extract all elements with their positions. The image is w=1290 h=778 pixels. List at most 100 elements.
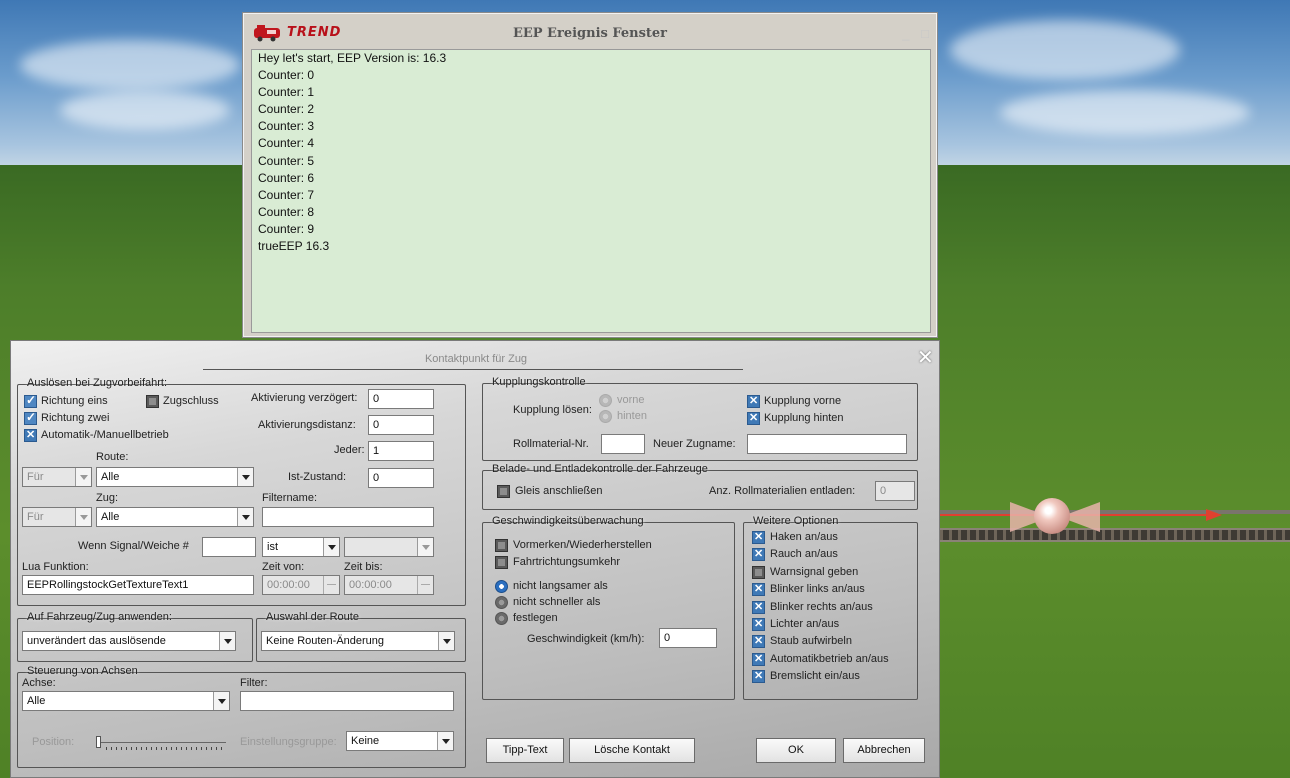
richtung-eins-checkbox[interactable] (24, 393, 37, 408)
option-checkbox[interactable] (752, 565, 765, 579)
option-label: Blinker rechts an/aus (770, 600, 873, 613)
filter-label: Filter: (240, 677, 268, 689)
ist-zustand-input[interactable]: 0 (368, 468, 434, 488)
log-line: Counter: 8 (258, 204, 315, 219)
kupplung-vorne-checkbox[interactable] (747, 394, 760, 408)
loading-group: Belade- und Entladekontrolle der Fahrzeu… (482, 463, 918, 510)
gleis-anschliessen-checkbox[interactable] (497, 485, 510, 498)
option-checkbox[interactable] (752, 530, 765, 544)
aktivierungsdistanz-input[interactable]: 0 (368, 415, 434, 435)
option-checkbox[interactable] (752, 547, 765, 562)
chevron-down-icon[interactable] (237, 508, 253, 526)
axes-group: Steuerung von Achsen Achse: Filter: Alle… (17, 665, 466, 768)
nicht-schneller-radio[interactable] (495, 596, 508, 609)
position-slider-thumb[interactable] (96, 736, 101, 748)
cloud (1000, 90, 1250, 135)
einstellungsgruppe-select[interactable]: Keine (346, 731, 454, 751)
route-fuer-value: Für (27, 471, 44, 483)
hinten-radio[interactable] (599, 410, 612, 423)
spinner-icon[interactable] (323, 576, 339, 594)
kupplung-vorne-label: Kupplung vorne (764, 395, 842, 407)
contact-point-sphere[interactable] (1034, 498, 1070, 534)
log-line: trueEEP 16.3 (258, 239, 330, 254)
chevron-down-icon[interactable] (417, 538, 433, 556)
zeit-bis-input[interactable]: 00:00:00 (344, 575, 434, 595)
signal-input[interactable] (202, 537, 256, 557)
event-window-title: EEP Ereignis Fenster (512, 26, 668, 41)
chevron-down-icon[interactable] (213, 692, 229, 710)
umkehr-checkbox[interactable] (495, 556, 508, 569)
nicht-schneller-label: nicht schneller als (513, 596, 601, 608)
ok-button[interactable]: OK (756, 738, 836, 763)
achse-select[interactable]: Alle (22, 691, 230, 711)
zug-fuer-value: Für (27, 511, 44, 523)
zug-select[interactable]: Alle (96, 507, 254, 527)
vorne-radio[interactable] (599, 394, 612, 407)
zugschluss-checkbox[interactable] (146, 395, 159, 408)
option-checkbox[interactable] (752, 652, 765, 666)
kupplung-loesen-label: Kupplung lösen: (513, 404, 592, 416)
neuer-zugname-input[interactable] (747, 434, 907, 454)
festlegen-radio[interactable] (495, 612, 508, 625)
loesche-kontakt-button[interactable]: Lösche Kontakt (569, 738, 695, 763)
log-line: Counter: 3 (258, 119, 315, 134)
lua-function-input[interactable]: EEPRollingstockGetTextureText1 (22, 575, 254, 595)
tipp-text-button[interactable]: Tipp-Text (486, 738, 564, 763)
rollmaterial-input[interactable] (601, 434, 645, 454)
route-choice-select[interactable]: Keine Routen-Änderung (261, 631, 455, 651)
chevron-down-icon[interactable] (323, 538, 339, 556)
route-fuer-select[interactable]: Für (22, 467, 92, 487)
option-checkbox[interactable] (752, 617, 765, 631)
apply-select[interactable]: unverändert das auslösende (22, 631, 236, 651)
chevron-down-icon[interactable] (219, 632, 235, 650)
anz-rollmaterialien-input[interactable]: 0 (875, 481, 915, 501)
achse-label: Achse: (22, 677, 56, 689)
kupplung-hinten-label: Kupplung hinten (764, 412, 844, 424)
chevron-down-icon[interactable] (437, 732, 453, 750)
vormerken-checkbox[interactable] (495, 539, 508, 552)
log-line: Counter: 7 (258, 187, 315, 202)
route-select[interactable]: Alle (96, 467, 254, 487)
filter-input[interactable] (240, 691, 454, 711)
aktivierung-verzoegert-input[interactable]: 0 (368, 389, 434, 409)
minimize-button[interactable]: _ (902, 26, 909, 41)
zeit-von-input[interactable]: 00:00:00 (262, 575, 340, 595)
einstellungsgruppe-value: Keine (351, 735, 380, 747)
ist-zustand-label: Ist-Zustand: (288, 471, 347, 483)
filtername-input[interactable] (262, 507, 434, 527)
nicht-langsamer-radio[interactable] (495, 580, 508, 593)
ist-select[interactable]: ist (262, 537, 340, 557)
route-value: Alle (101, 471, 120, 483)
lua-label: Lua Funktion: (22, 561, 89, 573)
option-checkbox[interactable] (752, 634, 765, 649)
option-label: Bremslicht ein/aus (770, 670, 860, 683)
event-log[interactable]: Hey let's start, EEP Version is: 16.3 Cou… (251, 49, 931, 333)
apply-legend: Auf Fahrzeug/Zug anwenden: (27, 611, 172, 623)
automatik-checkbox[interactable] (24, 428, 37, 442)
log-line: Counter: 0 (258, 68, 315, 83)
chevron-down-icon[interactable] (438, 632, 454, 650)
maximize-button[interactable]: □ (921, 26, 929, 41)
chevron-down-icon[interactable] (237, 468, 253, 486)
richtung-zwei-checkbox[interactable] (24, 410, 37, 425)
option-checkbox[interactable] (752, 582, 765, 597)
zug-fuer-select[interactable]: Für (22, 507, 92, 527)
coupling-group: Kupplungskontrolle Kupplung lösen: vorne… (482, 376, 918, 461)
abbrechen-button[interactable]: Abbrechen (843, 738, 925, 763)
geschwindigkeit-input[interactable]: 0 (659, 628, 717, 648)
event-window-titlebar[interactable]: TREND EEP Ereignis Fenster _ □ (247, 19, 933, 51)
close-icon[interactable]: ✕ (917, 345, 934, 370)
chevron-down-icon[interactable] (75, 508, 91, 526)
kupplung-hinten-checkbox[interactable] (747, 411, 760, 425)
event-window: TREND EEP Ereignis Fenster _ □ Hey let's… (242, 12, 938, 338)
nicht-langsamer-label: nicht langsamer als (513, 580, 608, 592)
option-checkbox[interactable] (752, 669, 765, 684)
signal-state-select[interactable] (344, 537, 434, 557)
apply-value: unverändert das auslösende (27, 635, 166, 647)
loading-legend: Belade- und Entladekontrolle der Fahrzeu… (492, 463, 708, 475)
route-label: Route: (96, 451, 129, 463)
option-checkbox[interactable] (752, 600, 765, 614)
chevron-down-icon[interactable] (75, 468, 91, 486)
jeder-input[interactable]: 1 (368, 441, 434, 461)
spinner-icon[interactable] (417, 576, 433, 594)
